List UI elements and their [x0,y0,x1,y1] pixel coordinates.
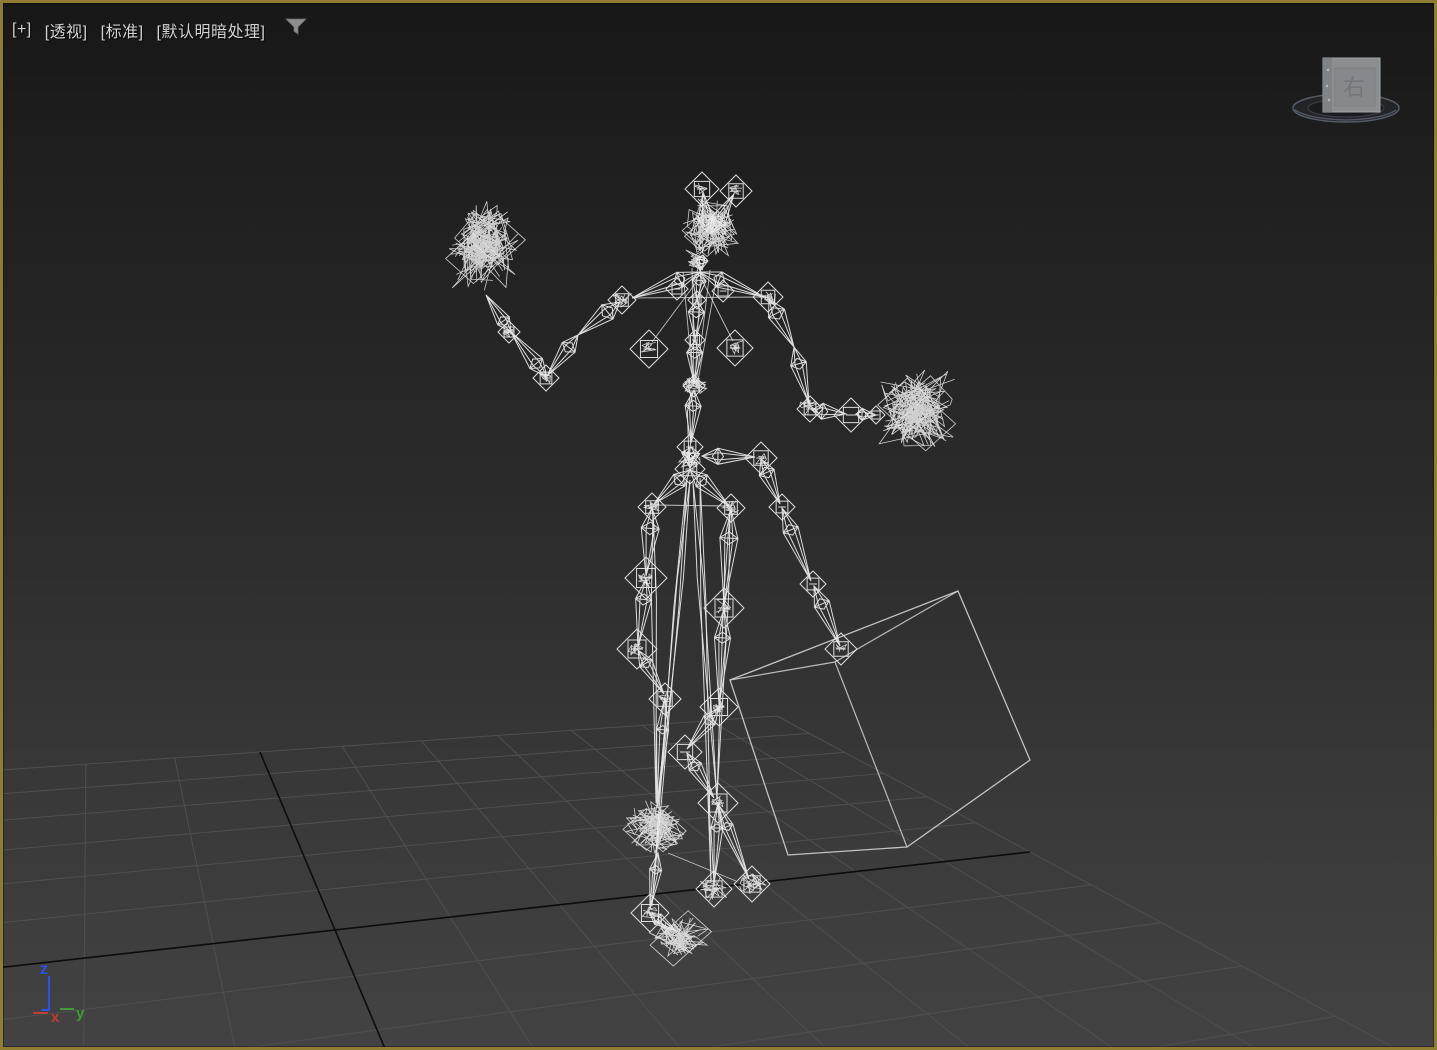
axis-z-label: z [40,961,48,978]
viewport-canvas[interactable]: z x y [0,0,1437,1050]
biped-skeleton-wireframe[interactable] [444,171,957,967]
viewport-filter-funnel-icon[interactable] [284,17,308,42]
viewcube[interactable]: 右 [1283,48,1418,138]
viewport-label-bar: [+] [透视] [标准] [默认明暗处理] [12,17,308,42]
viewport-menu-pov[interactable]: [透视] [45,18,88,42]
world-axis-tripod: z x y [33,961,85,1026]
viewcube-cube[interactable]: 右 [1322,57,1381,113]
prop-cube-wireframe[interactable] [729,590,1031,856]
axis-x-label: x [51,1009,60,1026]
axis-y-label: y [76,1005,85,1022]
3dsmax-perspective-viewport[interactable]: z x y [+] [透视] [标准] [默认明暗处理] 右 [0,0,1437,1050]
viewport-menu-shading[interactable]: [默认明暗处理] [157,18,266,42]
viewport-menu-standard[interactable]: [标准] [101,18,144,42]
viewcube-face-label[interactable]: 右 [1343,75,1365,100]
viewport-menu-general[interactable]: [+] [12,21,32,39]
